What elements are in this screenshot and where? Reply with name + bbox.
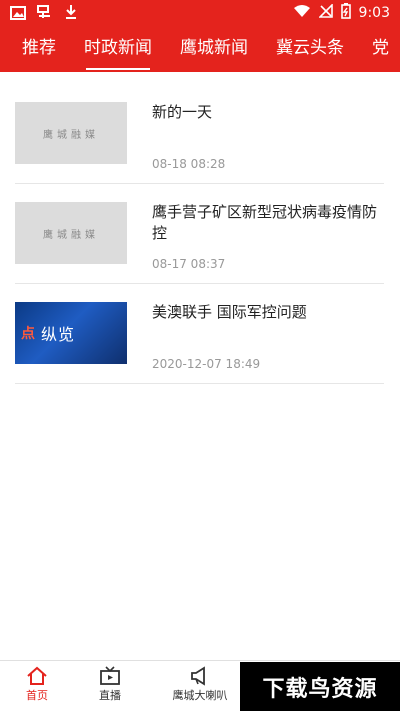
news-info: 新的一天 08-18 08:28 (152, 102, 384, 171)
tab-recommend[interactable]: 推荐 (0, 26, 70, 72)
nav-live[interactable]: 直播 (70, 665, 150, 703)
tab-party[interactable]: 党 (358, 26, 400, 72)
nav-loudspeaker[interactable]: 鹰城大喇叭 (160, 665, 240, 703)
news-thumbnail: 鹰城融媒 (15, 102, 127, 164)
news-thumbnail: 鹰城融媒 (15, 202, 127, 264)
thumbnail-title: 纵览 (41, 325, 76, 344)
news-info: 美澳联手 国际军控问题 2020-12-07 18:49 (152, 302, 384, 371)
news-item[interactable]: 点 纵览 美澳联手 国际军控问题 2020-12-07 18:49 (15, 292, 384, 384)
tab-jiyun-headlines[interactable]: 冀云头条 (262, 26, 358, 72)
thumbnail-placeholder-text: 鹰城融媒 (43, 129, 99, 141)
megaphone-icon (160, 665, 240, 687)
tab-politics-news[interactable]: 时政新闻 (70, 26, 166, 72)
nav-home-label: 首页 (26, 689, 48, 702)
news-time: 08-18 08:28 (152, 157, 226, 171)
news-info: 鹰手营子矿区新型冠状病毒疫情防控 08-17 08:37 (152, 202, 384, 271)
status-bar: 9:03 (0, 0, 400, 26)
news-item[interactable]: 鹰城融媒 鹰手营子矿区新型冠状病毒疫情防控 08-17 08:37 (15, 192, 384, 284)
nav-home[interactable]: 首页 (0, 665, 77, 703)
news-item[interactable]: 鹰城融媒 新的一天 08-18 08:28 (15, 92, 384, 184)
news-time: 2020-12-07 18:49 (152, 357, 261, 371)
battery-icon (340, 3, 351, 23)
category-tab-bar: 推荐 时政新闻 鹰城新闻 冀云头条 党 (0, 26, 400, 72)
download-icon (64, 4, 78, 24)
news-time: 08-17 08:37 (152, 257, 226, 271)
news-thumbnail: 点 纵览 (15, 302, 127, 364)
watermark: 下载鸟资源 (240, 662, 400, 711)
wifi-icon (293, 4, 311, 22)
thumbnail-placeholder-text: 鹰城融媒 (43, 229, 99, 241)
status-time: 9:03 (358, 5, 390, 21)
nav-live-label: 直播 (99, 689, 121, 702)
news-title: 鹰手营子矿区新型冠状病毒疫情防控 (152, 203, 378, 242)
app-notification-icon (36, 4, 54, 24)
tv-icon (70, 665, 150, 687)
tab-yingcheng-news[interactable]: 鹰城新闻 (166, 26, 262, 72)
status-left-icons (10, 4, 78, 24)
news-title: 新的一天 (152, 103, 213, 121)
home-icon (0, 665, 77, 687)
image-icon (10, 5, 26, 24)
nav-loudspeaker-label: 鹰城大喇叭 (172, 689, 228, 702)
status-right-icons: 9:03 (293, 3, 390, 23)
news-list: 鹰城融媒 新的一天 08-18 08:28 鹰城融媒 鹰手营子矿区新型冠状病毒疫… (15, 92, 384, 384)
no-signal-icon (317, 3, 333, 22)
news-title: 美澳联手 国际军控问题 (152, 303, 307, 321)
category-tabs: 推荐 时政新闻 鹰城新闻 冀云头条 党 (0, 26, 400, 72)
thumbnail-mark: 点 (21, 326, 39, 342)
